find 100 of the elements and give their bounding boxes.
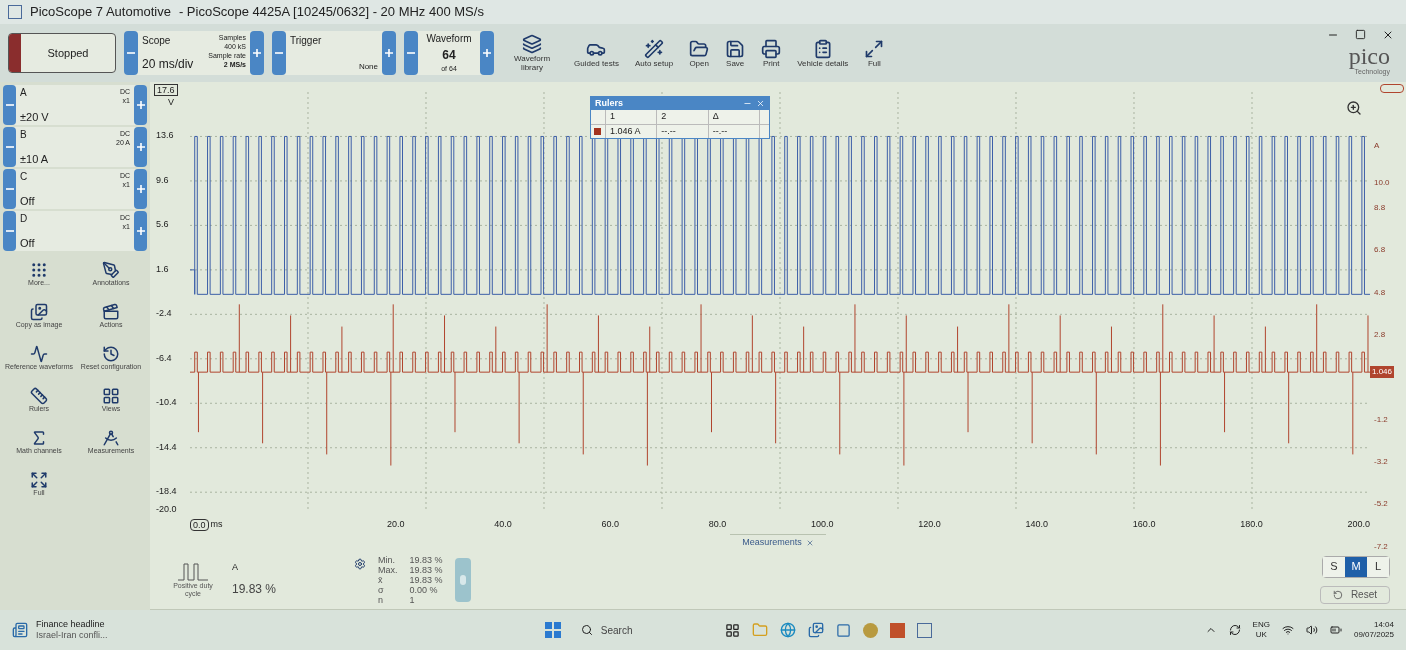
waveform-label: Waveform [426, 32, 472, 47]
scroll-handle[interactable] [454, 557, 471, 602]
plus-icon [135, 100, 146, 110]
browser-icon[interactable] [779, 622, 796, 638]
channel-range: ±20 V [20, 109, 50, 125]
stat-label: Max. [378, 564, 398, 575]
decrease-button[interactable] [3, 127, 16, 167]
toolbar-button[interactable]: Save [721, 38, 750, 68]
increase-button[interactable] [134, 211, 147, 251]
app-icon[interactable] [889, 622, 905, 638]
channel-range: ±10 A [20, 151, 50, 167]
time-axis-marker: 0.0 [190, 519, 209, 531]
volume-icon[interactable] [1305, 624, 1318, 636]
channel-name: C [20, 170, 29, 184]
voltage-tick: 5.6 [156, 218, 169, 232]
channel-range: Off [20, 193, 36, 209]
channel-name: A [20, 86, 28, 100]
waveform-number: 64 [442, 47, 456, 65]
size-toggle-button[interactable]: M [1345, 556, 1367, 577]
sync-icon[interactable] [1228, 624, 1241, 636]
clock-date[interactable]: 09/07/2025 [1353, 630, 1394, 640]
increase-button[interactable] [134, 169, 147, 209]
voltage-tick: 13.6 [156, 129, 174, 143]
current-tick: -1.2 [1374, 413, 1388, 426]
increase-button[interactable] [134, 85, 147, 125]
voltage-tick: -2.4 [156, 307, 172, 321]
folder-icon[interactable] [751, 622, 768, 638]
app-icon[interactable] [835, 622, 851, 638]
measurements-tab[interactable]: Measurements [730, 534, 826, 550]
search-field[interactable]: Search [572, 618, 713, 642]
wifi-icon[interactable] [1281, 624, 1294, 636]
language-label[interactable]: ENG [1252, 620, 1270, 630]
current-tick: 4.8 [1374, 286, 1386, 299]
increase-button[interactable] [250, 31, 264, 75]
plus-icon [135, 226, 146, 236]
app-icon[interactable] [862, 622, 878, 638]
increase-button[interactable] [134, 127, 147, 167]
ruler-value: 1.046 A [605, 124, 657, 138]
increase-button[interactable] [480, 31, 494, 75]
maximize-icon[interactable] [1355, 28, 1366, 40]
news-text[interactable]: Israel-Iran confli... [36, 630, 108, 641]
voltage-tick: 9.6 [156, 174, 169, 188]
toolbar-button[interactable]: Vehicle details [793, 38, 853, 68]
stat-label: n [378, 594, 384, 605]
history-icon [102, 345, 120, 363]
app-logo-icon [8, 5, 22, 19]
toolbar-button[interactable]: Auto setup [630, 38, 678, 68]
reset-icon [1332, 589, 1343, 600]
wand-icon [644, 38, 665, 59]
ruler-value: --.-- [707, 124, 759, 138]
zoom-icon[interactable] [1346, 100, 1362, 116]
size-toggle-button[interactable]: S [1323, 556, 1345, 577]
voltage-unit: V [168, 96, 174, 109]
increase-button[interactable] [382, 31, 396, 75]
column-header: Δ [707, 110, 759, 124]
toolbar-button[interactable]: Full [860, 38, 889, 68]
time-tick: 200.0 [1346, 518, 1370, 532]
picoscope-app-icon[interactable] [916, 622, 932, 638]
run-stop-button[interactable]: Stopped [8, 33, 116, 73]
region-label[interactable]: UK [1255, 630, 1267, 640]
stat-value: 19.83 % [409, 554, 443, 565]
settings-icon[interactable] [354, 558, 366, 570]
toolbar-button[interactable]: Print [757, 38, 786, 68]
news-title[interactable]: Finance headline [36, 619, 108, 630]
decrease-button[interactable] [3, 211, 16, 251]
voltage-tick: 1.6 [156, 263, 169, 277]
current-tick: -7.2 [1374, 540, 1388, 553]
image-icon [30, 303, 48, 321]
news-icon[interactable] [12, 622, 28, 638]
toolbar-button[interactable]: Open [685, 38, 714, 68]
clock-time[interactable]: 14:04 [1373, 620, 1394, 630]
voltage-tick: -20.0 [156, 503, 177, 517]
decrease-button[interactable] [3, 85, 16, 125]
windows-start-icon[interactable] [544, 622, 561, 638]
time-tick: 40.0 [493, 518, 512, 532]
time-tick: 140.0 [1024, 518, 1049, 532]
stacked-layers-icon [522, 34, 542, 54]
pen-icon [102, 261, 120, 279]
decrease-button[interactable] [272, 31, 286, 75]
channel-name: B [20, 128, 28, 142]
decrease-button[interactable] [3, 169, 16, 209]
rulers-title: Rulers [595, 96, 623, 110]
channel-name: D [20, 212, 29, 226]
decrease-button[interactable] [404, 31, 418, 75]
battery-icon[interactable] [1329, 624, 1342, 636]
channel-range: Off [20, 235, 36, 251]
toolbar-button[interactable]: Waveform library [502, 34, 562, 72]
size-toggle-button[interactable]: L [1367, 556, 1389, 577]
reset-button[interactable]: Reset [1319, 585, 1390, 604]
photos-icon[interactable] [807, 622, 824, 638]
dots-grid-icon [30, 261, 48, 279]
compass-icon [102, 429, 120, 447]
stat-label: σ [378, 584, 385, 595]
current-tick: 6.8 [1374, 244, 1386, 257]
toolbar-button[interactable]: Guided tests [570, 38, 623, 68]
scope-label: Scope [142, 34, 172, 48]
window-subtitle: - PicoScope 4425A [10245/0632] - 20 MHz 400 MS/s [178, 3, 484, 22]
voltage-tick: -6.4 [156, 352, 172, 366]
decrease-button[interactable] [124, 31, 138, 75]
task-view-icon[interactable] [724, 622, 740, 638]
